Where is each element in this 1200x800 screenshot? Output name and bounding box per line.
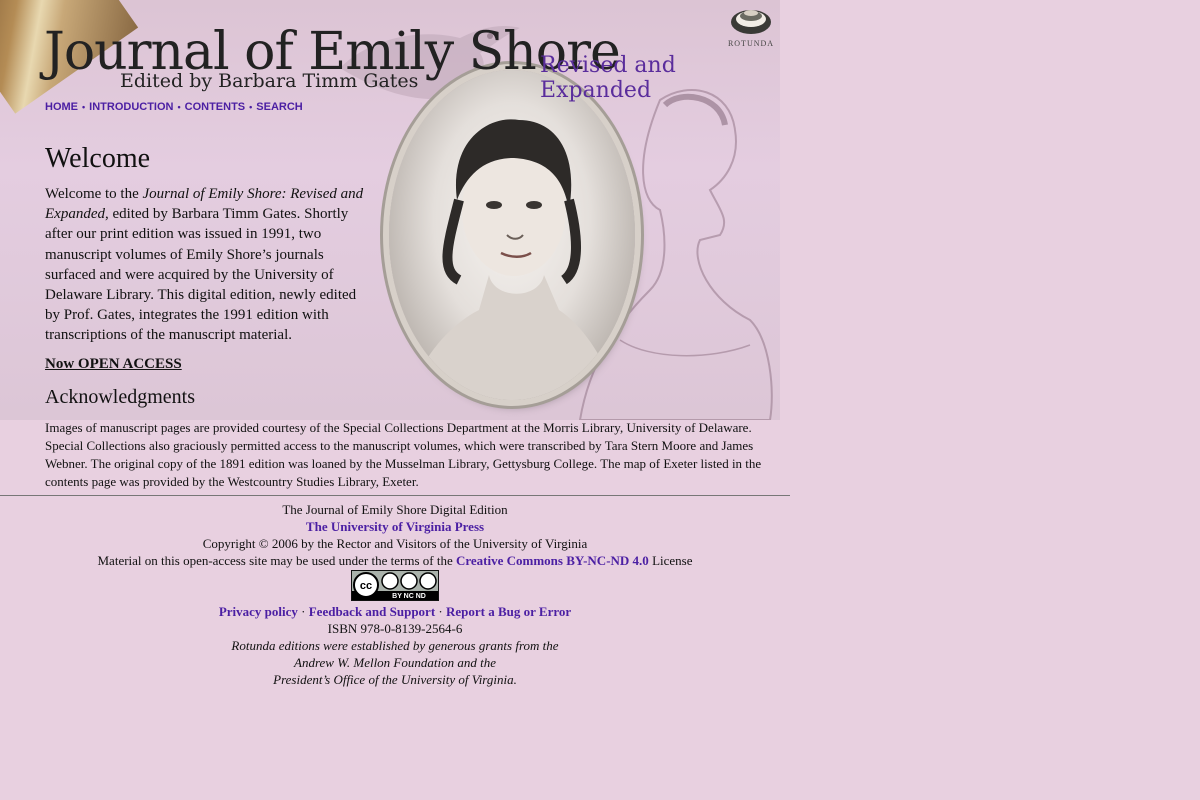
footer-divider [0,495,790,496]
site-subtitle: Edited by Barbara Timm Gates [120,70,419,92]
license-link[interactable]: Creative Commons BY-NC-ND 4.0 [456,553,649,568]
main-navigation: HOME • INTRODUCTION • CONTENTS • SEARCH [45,101,303,113]
feedback-link[interactable]: Feedback and Support [309,604,435,619]
grant-line-2: Andrew W. Mellon Foundation and the [294,655,496,670]
press-link[interactable]: The University of Virginia Press [306,519,484,534]
nav-contents[interactable]: CONTENTS [185,101,246,113]
acknowledgments-heading: Acknowledgments [45,386,195,408]
footer: The Journal of Emily Shore Digital Editi… [0,501,790,688]
cc-license-badge[interactable]: cc BY NC ND [351,570,439,601]
svg-text:BY NC ND: BY NC ND [392,593,426,600]
rotunda-logo[interactable]: ROTUNDA [727,2,775,50]
nav-introduction[interactable]: INTRODUCTION [89,101,173,113]
privacy-policy-link[interactable]: Privacy policy [219,604,298,619]
license-prefix: Material on this open-access site may be… [97,553,456,568]
welcome-paragraph: Welcome to the Journal of Emily Shore: R… [45,184,370,346]
welcome-heading: Welcome [45,143,151,174]
svg-text:cc: cc [360,580,372,592]
nav-separator-icon: • [249,102,253,112]
open-access-link[interactable]: Now OPEN ACCESS [45,356,182,373]
rotunda-dome-icon [731,10,771,34]
nav-search[interactable]: SEARCH [256,101,302,113]
grant-line-3: President’s Office of the University of … [273,672,517,687]
footer-links: Privacy policy · Feedback and Support · … [218,604,572,619]
footer-license: Material on this open-access site may be… [0,552,790,569]
emily-shore-portrait [389,70,635,400]
license-suffix: License [648,553,693,568]
footer-copyright: Copyright © 2006 by the Rector and Visit… [202,536,588,551]
portrait-figure-icon [409,119,619,400]
acknowledgments-paragraph: Images of manuscript pages are provided … [45,420,762,489]
footer-isbn: ISBN 978-0-8139-2564-6 [327,621,463,636]
nav-separator-icon: • [177,102,181,112]
edition-label: Revised and Expanded [540,53,676,103]
nav-home[interactable]: HOME [45,101,78,113]
grant-line-1: Rotunda editions were established by gen… [231,638,559,653]
report-bug-link[interactable]: Report a Bug or Error [446,604,571,619]
creative-commons-icon: cc BY NC ND [352,571,438,600]
welcome-intro: Welcome to the [45,186,143,202]
nav-separator-icon: • [82,102,86,112]
footer-edition: The Journal of Emily Shore Digital Editi… [282,502,508,517]
welcome-body: , edited by Barbara Timm Gates. Shortly … [45,206,357,344]
rotunda-logo-label: ROTUNDA [727,39,775,48]
